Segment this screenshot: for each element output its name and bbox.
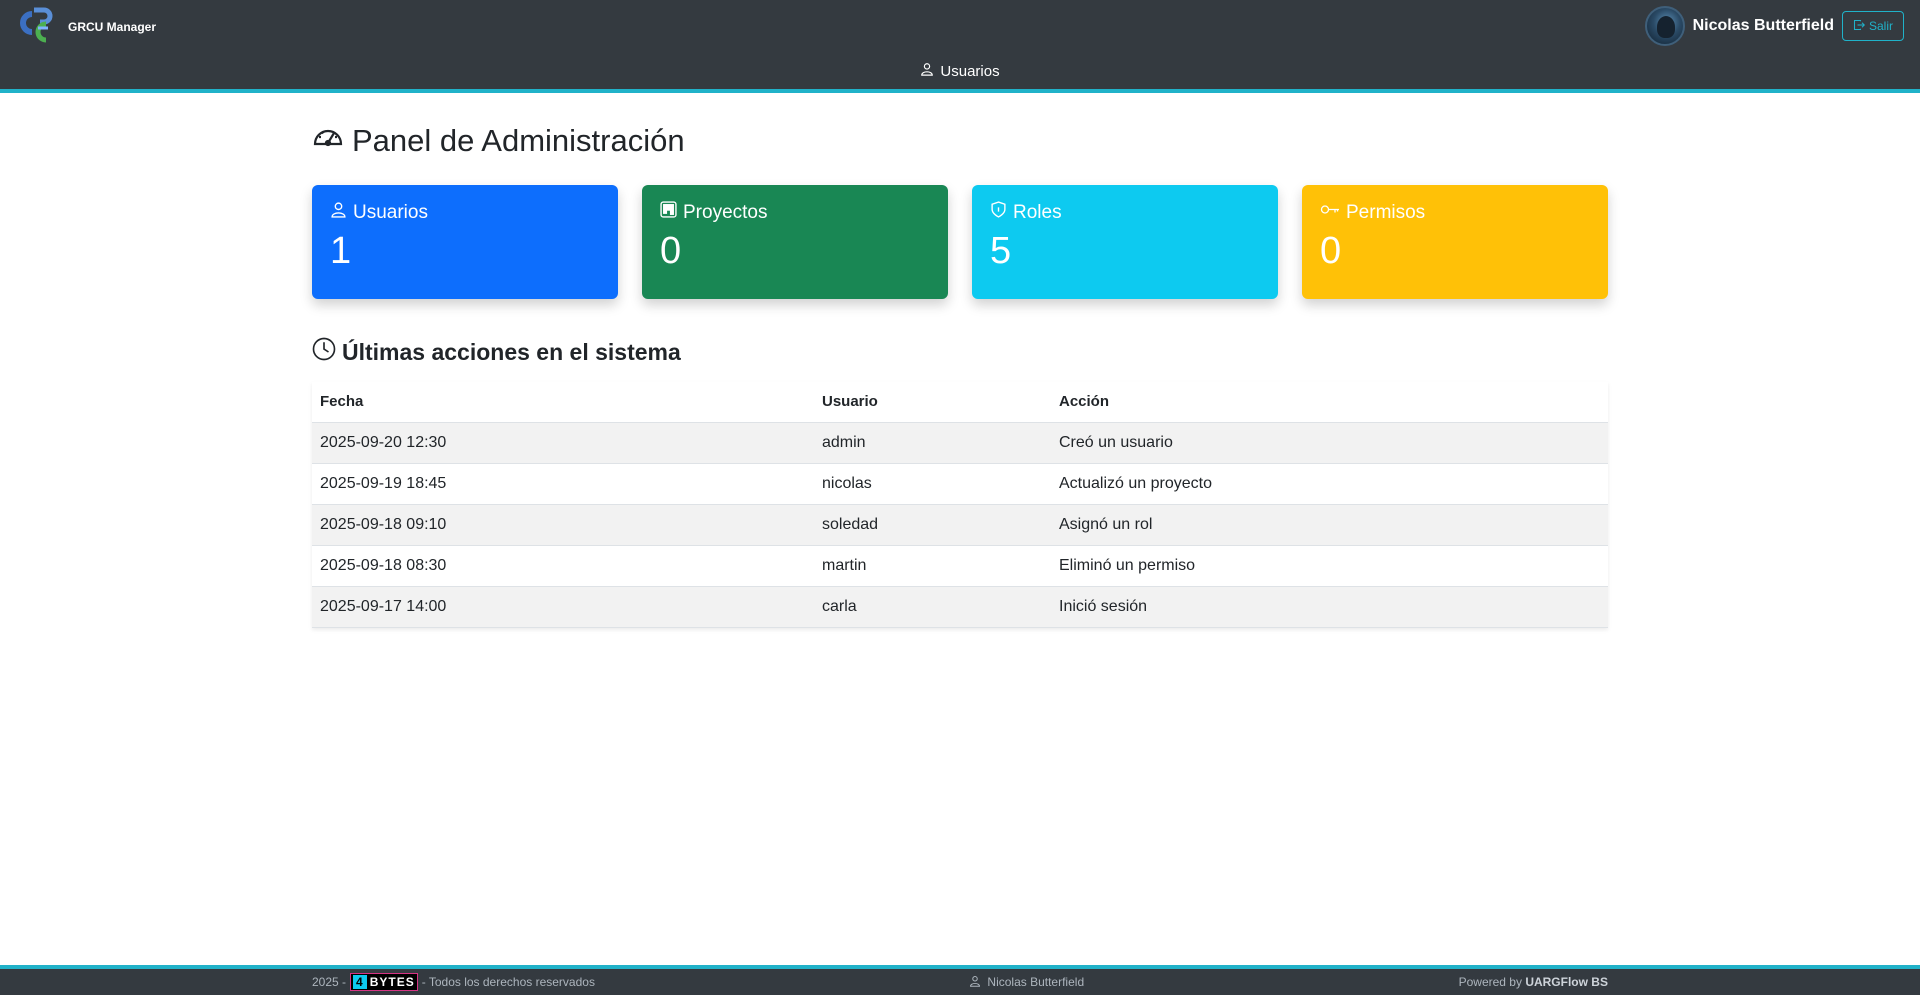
table-header-row: Fecha Usuario Acción bbox=[312, 382, 1608, 423]
bytes-logo-num: 4 bbox=[353, 975, 367, 989]
top-navbar: GRCU Manager Nicolas Butterfield Salir U… bbox=[0, 0, 1920, 93]
brand-title: GRCU Manager bbox=[68, 20, 157, 34]
card-permisos[interactable]: Permisos 0 bbox=[1302, 185, 1608, 299]
column-header-accion[interactable]: Acción bbox=[1051, 382, 1608, 423]
speedometer-icon bbox=[312, 121, 344, 161]
user-name: Nicolas Butterfield bbox=[1692, 17, 1834, 34]
page-title: Panel de Administración bbox=[312, 121, 1608, 161]
avatar[interactable] bbox=[1644, 6, 1685, 46]
footer: 2025 - 4 BYTES - Todos los derechos rese… bbox=[0, 965, 1920, 995]
cell-accion: Actualizó un proyecto bbox=[1051, 463, 1608, 505]
card-value: 0 bbox=[660, 230, 682, 272]
person-icon bbox=[330, 201, 347, 224]
card-label: Usuarios bbox=[353, 201, 428, 223]
cell-fecha: 2025-09-20 12:30 bbox=[312, 422, 814, 464]
card-value: 5 bbox=[990, 230, 1012, 272]
card-usuarios[interactable]: Usuarios 1 bbox=[312, 185, 618, 299]
table-row[interactable]: 2025-09-20 12:30 admin Creó un usuario bbox=[312, 422, 1608, 464]
logout-label: Salir bbox=[1868, 19, 1893, 33]
footer-rights: - Todos los derechos reservados bbox=[421, 975, 595, 989]
cell-usuario: nicolas bbox=[814, 463, 1051, 505]
main-content: Panel de Administración Usuarios 1 Proye… bbox=[312, 97, 1608, 628]
key-icon bbox=[1320, 201, 1340, 224]
table-row[interactable]: 2025-09-17 14:00 carla Inició sesión bbox=[312, 586, 1608, 628]
cell-fecha: 2025-09-17 14:00 bbox=[312, 586, 814, 628]
main-nav: Usuarios bbox=[0, 60, 1920, 82]
cell-accion: Eliminó un permiso bbox=[1051, 545, 1608, 587]
cell-accion: Creó un usuario bbox=[1051, 422, 1608, 464]
powered-prefix: Powered by bbox=[1458, 975, 1522, 989]
cell-usuario: carla bbox=[814, 586, 1051, 628]
card-value: 0 bbox=[1320, 230, 1342, 272]
footer-user-name: Nicolas Butterfield bbox=[987, 975, 1085, 989]
table-row[interactable]: 2025-09-18 09:10 soledad Asignó un rol bbox=[312, 504, 1608, 546]
card-label: Proyectos bbox=[683, 201, 768, 223]
stat-cards: Usuarios 1 Proyectos 0 Roles 5 Permisos … bbox=[312, 185, 1608, 299]
footer-user: Nicolas Butterfield bbox=[969, 975, 1084, 990]
cell-fecha: 2025-09-18 09:10 bbox=[312, 504, 814, 546]
cell-usuario: admin bbox=[814, 422, 1051, 464]
card-value: 1 bbox=[330, 230, 352, 272]
section-title-text: Últimas acciones en el sistema bbox=[342, 338, 681, 365]
card-label: Permisos bbox=[1346, 201, 1426, 223]
shield-icon bbox=[990, 201, 1007, 224]
cell-usuario: soledad bbox=[814, 504, 1051, 546]
nav-item-usuarios[interactable]: Usuarios bbox=[914, 60, 1005, 82]
person-icon bbox=[969, 975, 981, 990]
table-row[interactable]: 2025-09-19 18:45 nicolas Actualizó un pr… bbox=[312, 463, 1608, 505]
page-title-text: Panel de Administración bbox=[352, 123, 685, 158]
powered-brand[interactable]: UARGFlow BS bbox=[1525, 975, 1608, 989]
card-proyectos[interactable]: Proyectos 0 bbox=[642, 185, 948, 299]
cell-fecha: 2025-09-19 18:45 bbox=[312, 463, 814, 505]
table-row[interactable]: 2025-09-18 08:30 martin Eliminó un permi… bbox=[312, 545, 1608, 587]
footer-copyright: 2025 - 4 BYTES - Todos los derechos rese… bbox=[312, 973, 595, 991]
footer-year: 2025 - bbox=[312, 975, 347, 989]
cell-usuario: martin bbox=[814, 545, 1051, 587]
card-label: Roles bbox=[1013, 201, 1062, 223]
cell-accion: Inició sesión bbox=[1051, 586, 1608, 628]
bytes-logo[interactable]: 4 BYTES bbox=[350, 973, 418, 991]
brand-logo bbox=[16, 4, 62, 50]
footer-powered: Powered by UARGFlow BS bbox=[1459, 975, 1608, 989]
user-area: Nicolas Butterfield Salir bbox=[1644, 6, 1904, 46]
clock-icon bbox=[312, 337, 336, 367]
person-icon bbox=[920, 62, 934, 80]
brand[interactable]: GRCU Manager bbox=[16, 4, 156, 50]
logout-icon bbox=[1853, 19, 1865, 34]
nav-item-label: Usuarios bbox=[940, 62, 1000, 80]
logout-button[interactable]: Salir bbox=[1841, 11, 1904, 41]
section-title: Últimas acciones en el sistema bbox=[312, 337, 1608, 367]
column-header-usuario[interactable]: Usuario bbox=[814, 382, 1051, 423]
cell-fecha: 2025-09-18 08:30 bbox=[312, 545, 814, 587]
column-header-fecha[interactable]: Fecha bbox=[312, 382, 814, 423]
cell-accion: Asignó un rol bbox=[1051, 504, 1608, 546]
card-roles[interactable]: Roles 5 bbox=[972, 185, 1278, 299]
kanban-icon bbox=[660, 201, 677, 224]
bytes-logo-text: BYTES bbox=[369, 975, 415, 989]
actions-table: Fecha Usuario Acción 2025-09-20 12:30 ad… bbox=[312, 382, 1608, 628]
